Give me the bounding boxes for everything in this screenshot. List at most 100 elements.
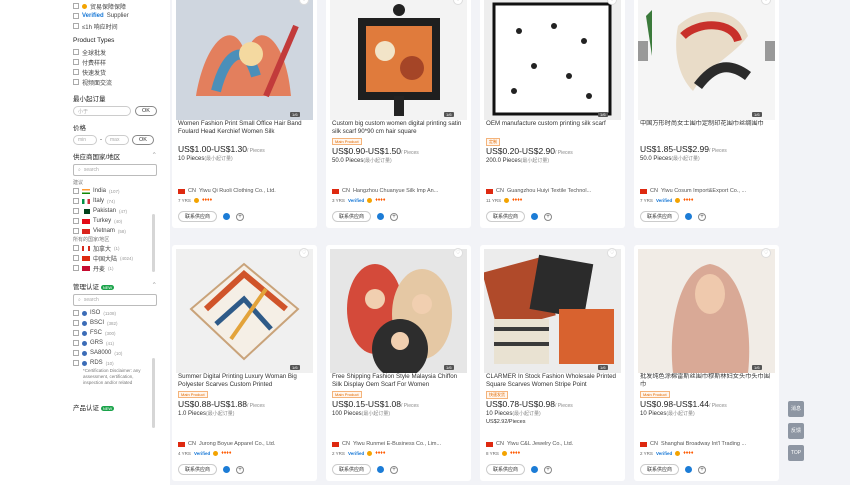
product-title[interactable]: OEM manufacture custom printing silk sca…	[486, 120, 620, 136]
heart-icon[interactable]: ♡	[453, 248, 463, 258]
supplier-name[interactable]: Yiwu Cosum Import&Export Co., ...	[661, 188, 746, 194]
price-max-input[interactable]: max	[105, 135, 129, 145]
add-compare-icon[interactable]: +	[390, 465, 399, 474]
product-title[interactable]: Free Shipping Fashion Style Malaysia Chi…	[332, 373, 466, 389]
add-compare-icon[interactable]: +	[698, 465, 707, 474]
checkbox[interactable]	[73, 198, 79, 204]
supplier-name[interactable]: Yiwu C&L Jewelry Co., Ltd.	[507, 441, 573, 447]
chevron-up-icon[interactable]: ⌃	[152, 281, 157, 291]
heart-icon[interactable]: ♡	[607, 248, 617, 258]
product-image[interactable]	[638, 0, 775, 120]
feedback-float-button[interactable]: 反馈	[788, 423, 804, 439]
product-card[interactable]: ♡ 1/6 中国方形时尚女士围巾定制印花围巾丝绸围巾 US$1.85-US$2.99/…	[634, 0, 779, 228]
add-compare-icon[interactable]: +	[544, 212, 553, 221]
filter-option[interactable]: ≤1h 响应时间	[73, 21, 170, 31]
checkbox[interactable]	[73, 228, 79, 234]
product-image[interactable]	[484, 0, 621, 120]
cert-option[interactable]: FSC (300)	[73, 328, 170, 338]
product-title[interactable]: 中国方形时尚女士围巾定制印花围巾丝绸围巾	[640, 120, 774, 136]
product-card[interactable]: ♡ 1/6 Custom big custom women digital prin…	[326, 0, 471, 228]
checkbox[interactable]	[73, 188, 79, 194]
product-image[interactable]	[176, 249, 313, 373]
chat-icon[interactable]	[223, 466, 231, 473]
contact-supplier-button[interactable]: 联系供应商	[178, 211, 218, 222]
checkbox[interactable]	[73, 320, 79, 326]
add-compare-icon[interactable]: +	[236, 212, 245, 221]
min-order-ok-button[interactable]: OK	[135, 106, 157, 116]
checkbox[interactable]	[73, 360, 79, 366]
price-ok-button[interactable]: OK	[132, 135, 154, 145]
chevron-up-icon[interactable]: ⌃	[152, 151, 157, 161]
add-compare-icon[interactable]: +	[544, 465, 553, 474]
heart-icon[interactable]: ♡	[761, 248, 771, 258]
chat-icon[interactable]	[531, 213, 539, 220]
product-card[interactable]: ♡ 1/6 Summer Digital Printing Luxury Woman…	[172, 245, 317, 481]
checkbox[interactable]	[73, 245, 79, 251]
product-type-option[interactable]: 全球批发	[73, 47, 170, 57]
add-compare-icon[interactable]: +	[698, 212, 707, 221]
filter-option[interactable]: 贸易保障保障	[73, 1, 170, 11]
checkbox[interactable]	[73, 265, 79, 271]
heart-icon[interactable]: ♡	[299, 248, 309, 258]
contact-supplier-button[interactable]: 联系供应商	[486, 464, 526, 475]
contact-supplier-button[interactable]: 联系供应商	[332, 211, 372, 222]
region-option[interactable]: Pakistan (47)	[73, 206, 170, 216]
supplier-row[interactable]: CN Hangzhou Chuanyue Silk Imp An...	[332, 188, 466, 194]
checkbox[interactable]	[73, 13, 79, 19]
checkbox[interactable]	[73, 218, 79, 224]
checkbox[interactable]	[73, 49, 79, 55]
supplier-name[interactable]: Hangzhou Chuanyue Silk Imp An...	[353, 188, 438, 194]
checkbox[interactable]	[73, 23, 79, 29]
product-title[interactable]: Women Fashion Print Small Office Hair Ba…	[178, 120, 312, 136]
product-card[interactable]: ♡ 1/6 CLARMER In Stock Fashion Wholesale P…	[480, 245, 625, 481]
checkbox[interactable]	[73, 310, 79, 316]
region-option[interactable]: Turkey (40)	[73, 216, 170, 226]
back-to-top-button[interactable]: TOP	[788, 445, 804, 461]
cert-option[interactable]: RDS (10)	[73, 358, 170, 368]
cert-option[interactable]: BSCI (382)	[73, 318, 170, 328]
cert-option[interactable]: ISO (1108)	[73, 308, 170, 318]
region-option[interactable]: 中国大陆 (4024)	[73, 253, 170, 263]
region-option[interactable]: 丹麦 (1)	[73, 263, 170, 273]
supplier-name[interactable]: Jurong Boyue Apparel Co., Ltd.	[199, 441, 275, 447]
region-option[interactable]: Italy (74)	[73, 196, 170, 206]
checkbox[interactable]	[73, 255, 79, 261]
checkbox[interactable]	[73, 3, 79, 9]
region-option[interactable]: India (107)	[73, 186, 170, 196]
checkbox[interactable]	[73, 208, 79, 214]
product-image[interactable]	[484, 249, 621, 373]
supplier-name[interactable]: Yiwu Runmei E-Business Co., Lim...	[353, 441, 441, 447]
product-type-option[interactable]: 视频面交流	[73, 77, 170, 87]
cert-scrollbar[interactable]	[152, 358, 155, 428]
checkbox[interactable]	[73, 69, 79, 75]
region-option[interactable]: Vietnam (58)	[73, 226, 170, 236]
product-title[interactable]: Summer Digital Printing Luxury Woman Big…	[178, 373, 312, 389]
add-compare-icon[interactable]: +	[236, 465, 245, 474]
supplier-name[interactable]: Yiwu Qi Ruoli Clothing Co., Ltd.	[199, 188, 276, 194]
product-title[interactable]: 批发纯色涂棉雷斯丝围巾穆斯林妇女头巾头巾围巾	[640, 373, 774, 389]
product-image[interactable]	[330, 249, 467, 373]
cert-option[interactable]: SA8000 (10)	[73, 348, 170, 358]
filter-option[interactable]: Verified Supplier	[73, 11, 170, 21]
product-image[interactable]	[330, 0, 467, 120]
checkbox[interactable]	[73, 330, 79, 336]
product-card[interactable]: ♡ 1/6 批发纯色涂棉雷斯丝围巾穆斯林妇女头巾头巾围巾 Main Product US…	[634, 245, 779, 481]
price-min-input[interactable]: min	[73, 135, 97, 145]
product-image[interactable]	[638, 249, 775, 373]
chat-icon[interactable]	[377, 466, 385, 473]
product-card[interactable]: ♡ 1/6 Free Shipping Fashion Style Malaysia…	[326, 245, 471, 481]
contact-supplier-button[interactable]: 联系供应商	[178, 464, 218, 475]
contact-supplier-button[interactable]: 联系供应商	[332, 464, 372, 475]
checkbox[interactable]	[73, 79, 79, 85]
product-type-option[interactable]: 快速发货	[73, 67, 170, 77]
product-type-option[interactable]: 付费样样	[73, 57, 170, 67]
supplier-row[interactable]: CN Shanghai Broadway Int'l Trading ...	[640, 441, 774, 447]
chat-icon[interactable]	[685, 466, 693, 473]
chat-icon[interactable]	[531, 466, 539, 473]
supplier-row[interactable]: CN Yiwu C&L Jewelry Co., Ltd.	[486, 441, 620, 447]
product-image[interactable]	[176, 0, 313, 120]
checkbox[interactable]	[73, 59, 79, 65]
checkbox[interactable]	[73, 340, 79, 346]
contact-supplier-button[interactable]: 联系供应商	[486, 211, 526, 222]
contact-supplier-button[interactable]: 联系供应商	[640, 464, 680, 475]
